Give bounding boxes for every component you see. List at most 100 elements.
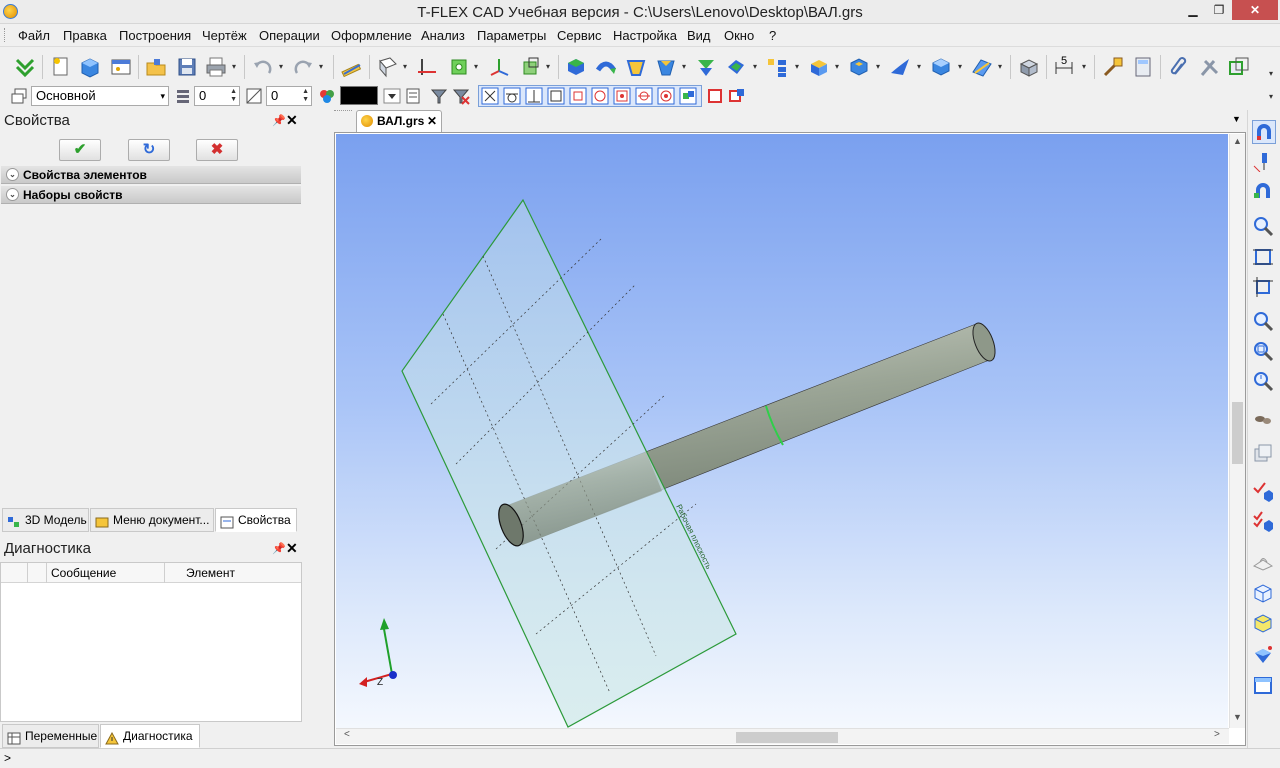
toolbar-overflow-icon[interactable]: ▾ — [1269, 69, 1273, 78]
copy-body-icon[interactable] — [808, 56, 830, 78]
render-view-icon[interactable] — [1252, 644, 1276, 668]
refresh-button[interactable]: ↻ — [128, 139, 170, 161]
print-dropdown-icon[interactable]: ▾ — [232, 62, 236, 71]
snap-options-icon[interactable] — [728, 87, 746, 105]
diagnostics-grid[interactable]: Сообщение Элемент — [0, 562, 302, 722]
snap-node-icon[interactable] — [569, 87, 587, 105]
shell-icon[interactable] — [848, 56, 870, 78]
column-element-header[interactable]: Элемент — [182, 563, 301, 583]
ok-button[interactable]: ✔ — [59, 139, 101, 161]
pin-snap-icon[interactable] — [1252, 150, 1276, 174]
undo-icon[interactable] — [252, 56, 274, 78]
new-3d-model-icon[interactable] — [79, 56, 101, 78]
priority-spinner[interactable]: ▲ ▼ — [302, 88, 309, 104]
chevron-down-icon[interactable]: ⌄ — [6, 188, 19, 201]
vertical-scrollbar[interactable]: ▲ ▼ — [1229, 134, 1245, 728]
fillet-dropdown-icon[interactable]: ▾ — [753, 62, 757, 71]
3d-viewport[interactable]: Рабочая плоскость Z ▲ ▼ < > — [334, 132, 1246, 746]
copy-view-icon[interactable] — [1252, 442, 1276, 466]
tab-document-menu[interactable]: Меню документ... — [90, 508, 214, 532]
zoom-in-icon[interactable] — [1252, 310, 1276, 334]
sweep-dropdown-icon[interactable]: ▾ — [682, 62, 686, 71]
level-input[interactable]: 0 ▲ ▼ — [194, 86, 240, 106]
layer-select[interactable]: Основной ▾ — [31, 86, 169, 106]
color-palette-icon[interactable] — [318, 87, 336, 105]
menu-operations[interactable]: Операции — [259, 28, 320, 43]
local-coordinate-icon[interactable] — [488, 56, 510, 78]
workplane-icon[interactable] — [377, 56, 399, 78]
cancel-button[interactable]: ✖ — [196, 139, 238, 161]
priority-input[interactable]: 0 ▲ ▼ — [266, 86, 312, 106]
magnet-snap-icon[interactable] — [1252, 120, 1276, 144]
tab-properties[interactable]: Свойства — [215, 508, 297, 532]
sweep-icon[interactable] — [655, 56, 677, 78]
menu-drawing[interactable]: Чертёж — [202, 28, 247, 43]
measure-icon[interactable] — [1102, 56, 1124, 78]
wireframe-view-icon[interactable] — [1252, 582, 1276, 606]
layer-select-arrow-icon[interactable]: ▾ — [160, 87, 165, 105]
pan-icon[interactable] — [1252, 408, 1276, 432]
copy-body-dropdown-icon[interactable]: ▾ — [835, 62, 839, 71]
line-color-swatch[interactable] — [340, 86, 378, 105]
snap-grid-icon[interactable] — [547, 87, 565, 105]
menu-grip[interactable] — [4, 28, 7, 42]
attach-icon[interactable] — [1168, 56, 1190, 78]
dimension-dropdown-icon[interactable]: ▾ — [1082, 62, 1086, 71]
filter-icon[interactable] — [430, 87, 448, 105]
redo-dropdown-icon[interactable]: ▾ — [319, 62, 323, 71]
open-folder-icon[interactable] — [145, 56, 167, 78]
horizontal-scrollbar[interactable]: < > — [336, 728, 1229, 744]
zoom-window-icon[interactable] — [1252, 215, 1276, 239]
window-frame-icon[interactable] — [1252, 674, 1276, 698]
snap-center-icon[interactable] — [591, 87, 609, 105]
menu-edit[interactable]: Правка — [63, 28, 107, 43]
tab-3d-model[interactable]: 3D Модель — [2, 508, 89, 532]
level-spinner[interactable]: ▲ ▼ — [230, 88, 237, 104]
menu-file[interactable]: Файл — [18, 28, 50, 43]
extrusion-icon[interactable] — [565, 56, 587, 78]
scroll-down-icon[interactable]: ▼ — [1233, 712, 1242, 722]
snap-settings-icon[interactable] — [706, 87, 724, 105]
document-tab[interactable]: ВАЛ.grs ✕ — [356, 110, 442, 132]
tab-diagnostics[interactable]: Диагностика — [100, 724, 200, 748]
menu-analysis[interactable]: Анализ — [421, 28, 465, 43]
workplane-dropdown-icon[interactable]: ▾ — [403, 62, 407, 71]
ruler-pencil-icon[interactable] — [340, 56, 362, 78]
axis-system-icon[interactable] — [416, 56, 438, 78]
curve-icon[interactable] — [971, 56, 993, 78]
minimize-button[interactable]: ▁ — [1180, 0, 1206, 20]
loft-icon[interactable] — [625, 56, 647, 78]
priority-icon[interactable] — [245, 87, 263, 105]
menu-parameters[interactable]: Параметры — [477, 28, 546, 43]
boolean-icon[interactable] — [695, 56, 717, 78]
snap-intersection-icon[interactable] — [481, 87, 499, 105]
3d-node-icon[interactable] — [448, 56, 470, 78]
properties-close-icon[interactable]: ✕ — [286, 112, 298, 129]
toolbar2-overflow-icon[interactable]: ▾ — [1269, 92, 1273, 101]
column-type-header[interactable] — [28, 563, 47, 583]
filter-clear-icon[interactable] — [452, 87, 470, 105]
column-message-header[interactable]: Сообщение — [47, 563, 165, 583]
array-dropdown-icon[interactable]: ▾ — [795, 62, 799, 71]
zoom-extents-icon[interactable] — [1252, 246, 1276, 270]
properties-list-icon[interactable] — [404, 87, 422, 105]
fillet-icon[interactable] — [725, 56, 747, 78]
solid-body-icon[interactable] — [930, 56, 952, 78]
command-prompt[interactable]: > — [4, 751, 11, 765]
snap-3d-icon[interactable] — [679, 87, 697, 105]
diagnostics-close-icon[interactable]: ✕ — [286, 540, 298, 557]
solid-body-dropdown-icon[interactable]: ▾ — [958, 62, 962, 71]
check-body-icon[interactable] — [1252, 480, 1276, 504]
save-icon[interactable] — [176, 56, 198, 78]
snap-perpendicular-icon[interactable] — [525, 87, 543, 105]
scroll-up-icon[interactable]: ▲ — [1233, 136, 1242, 146]
horizontal-scroll-thumb[interactable] — [736, 732, 838, 743]
check-bodies-icon[interactable] — [1252, 510, 1276, 534]
section-view-icon[interactable] — [1252, 550, 1276, 574]
layer-icon[interactable] — [10, 87, 28, 105]
diagnostics-pin-icon[interactable]: 📌 — [272, 542, 286, 555]
surface-icon[interactable] — [889, 56, 911, 78]
3d-profile-icon[interactable] — [520, 56, 542, 78]
vertical-scroll-thumb[interactable] — [1232, 402, 1243, 464]
document-list-dropdown-icon[interactable]: ▼ — [1232, 114, 1241, 124]
